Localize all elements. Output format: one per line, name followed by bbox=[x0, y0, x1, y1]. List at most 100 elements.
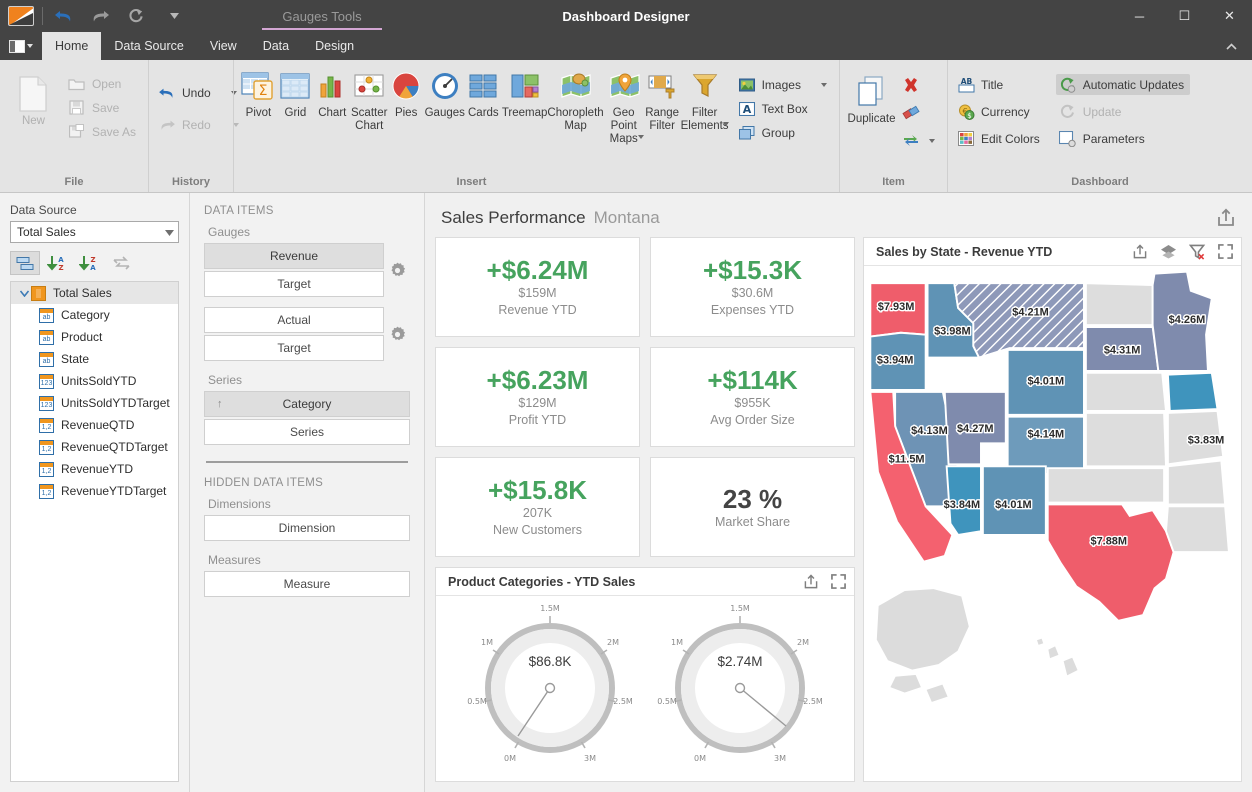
tree-field-unitssoldytd[interactable]: 123UnitsSoldYTD bbox=[11, 370, 178, 392]
tab-home[interactable]: Home bbox=[42, 32, 101, 60]
insert-text-box-button[interactable]: A Text Box bbox=[735, 98, 833, 119]
collapse-ribbon-button[interactable] bbox=[1222, 32, 1240, 60]
undo-icon[interactable] bbox=[53, 5, 75, 27]
insert-filter-elements-button[interactable]: Filter Elements bbox=[681, 64, 729, 126]
state-louisiana bbox=[1166, 506, 1229, 552]
edit-colors-button[interactable]: Edit Colors bbox=[954, 128, 1046, 149]
expand-icon[interactable] bbox=[1218, 244, 1233, 259]
insert-range-filter-button[interactable]: Range Filter bbox=[644, 64, 681, 133]
delete-item-button[interactable] bbox=[899, 74, 941, 95]
layers-icon[interactable] bbox=[1160, 244, 1177, 259]
insert-choropleth-map-button[interactable]: Choropleth Map bbox=[547, 64, 603, 133]
gauge-item-2[interactable]: 0M 0.5M 1M 1.5M 2M 2.5M 3M bbox=[650, 596, 830, 781]
card-expenses-ytd[interactable]: +$15.3K $30.6M Expenses YTD bbox=[650, 237, 855, 337]
insert-chart-button[interactable]: Chart bbox=[314, 64, 351, 120]
hidden-data-items-header: HIDDEN DATA ITEMS bbox=[204, 477, 410, 489]
redo-icon[interactable] bbox=[89, 5, 111, 27]
minimize-button[interactable]: ─ bbox=[1117, 0, 1162, 32]
insert-pivot-button[interactable]: Σ Pivot bbox=[240, 64, 277, 120]
customize-quick-access-icon[interactable] bbox=[167, 5, 181, 27]
insert-group-button[interactable]: Group bbox=[735, 122, 833, 143]
hidden-dimension-slot[interactable]: Dimension bbox=[204, 515, 410, 541]
show-field-list-icon[interactable] bbox=[10, 251, 40, 275]
save-button-label: Save bbox=[92, 101, 119, 115]
insert-gauges-button[interactable]: Gauges bbox=[425, 64, 465, 120]
sort-az-icon[interactable]: AZ bbox=[42, 251, 72, 275]
tree-field-revenueqtdtarget[interactable]: 1,2RevenueQTDTarget bbox=[11, 436, 178, 458]
save-button[interactable]: Save bbox=[65, 97, 142, 118]
application-menu-button[interactable] bbox=[0, 32, 42, 60]
card-new-customers[interactable]: +$15.8K 207K New Customers bbox=[435, 457, 640, 557]
svg-text:2.5M: 2.5M bbox=[803, 697, 823, 706]
chevron-down-icon bbox=[27, 44, 33, 48]
duplicate-button[interactable]: Duplicate bbox=[846, 70, 897, 126]
title-button[interactable]: AB Title bbox=[954, 74, 1046, 95]
new-button[interactable]: New bbox=[6, 72, 61, 128]
usa-choropleth-svg[interactable]: $7.93M $3.94M $3.98M $4.21M $4.01M $4.31… bbox=[864, 266, 1241, 781]
card-revenue-ytd[interactable]: +$6.24M $159M Revenue YTD bbox=[435, 237, 640, 337]
insert-treemap-button[interactable]: Treemap bbox=[502, 64, 548, 120]
data-source-combo[interactable]: Total Sales bbox=[10, 221, 179, 243]
tree-field-category[interactable]: abCategory bbox=[11, 304, 178, 326]
tab-data-source[interactable]: Data Source bbox=[101, 32, 196, 60]
integer-field-icon: 123 bbox=[39, 374, 54, 389]
tree-field-revenueytd[interactable]: 1,2RevenueYTD bbox=[11, 458, 178, 480]
convert-to-button[interactable] bbox=[899, 130, 941, 151]
refresh-icon[interactable] bbox=[125, 5, 147, 27]
tab-view[interactable]: View bbox=[197, 32, 250, 60]
maximize-button[interactable]: ☐ bbox=[1162, 0, 1207, 32]
choropleth-map[interactable]: $7.93M $3.94M $3.98M $4.21M $4.01M $4.31… bbox=[864, 266, 1241, 781]
sort-za-icon[interactable]: ZA bbox=[74, 251, 104, 275]
expand-toggle-icon[interactable] bbox=[17, 290, 31, 297]
insert-pies-button[interactable]: Pies bbox=[388, 64, 425, 120]
redo-menu-button[interactable]: Redo bbox=[155, 114, 245, 135]
data-item-actual[interactable]: Actual bbox=[204, 307, 384, 333]
export-icon[interactable] bbox=[803, 574, 819, 590]
data-item-series[interactable]: Series bbox=[204, 419, 410, 445]
insert-geo-point-maps-button[interactable]: Geo Point Maps bbox=[604, 64, 644, 139]
card-profit-ytd[interactable]: +$6.23M $129M Profit YTD bbox=[435, 347, 640, 447]
dashboard-export-icon[interactable] bbox=[1216, 208, 1236, 228]
card-avg-order-size[interactable]: +$114K $955K Avg Order Size bbox=[650, 347, 855, 447]
gauge-options-gear-icon-1[interactable] bbox=[384, 262, 410, 279]
hidden-measure-slot[interactable]: Measure bbox=[204, 571, 410, 597]
insert-images-button[interactable]: Images bbox=[735, 74, 833, 95]
treemap-icon bbox=[510, 68, 540, 104]
clear-filter-icon[interactable] bbox=[1189, 244, 1206, 260]
tree-field-unitssoldytdtarget[interactable]: 123UnitsSoldYTDTarget bbox=[11, 392, 178, 414]
update-button[interactable]: Update bbox=[1056, 101, 1190, 122]
export-icon[interactable] bbox=[1132, 244, 1148, 260]
close-button[interactable]: ✕ bbox=[1207, 0, 1252, 32]
tab-data[interactable]: Data bbox=[250, 32, 302, 60]
automatic-updates-button[interactable]: Automatic Updates bbox=[1056, 74, 1190, 95]
insert-scatter-chart-button[interactable]: Scatter Chart bbox=[351, 64, 388, 133]
pivot-icon: Σ bbox=[241, 68, 275, 104]
save-as-button[interactable]: Save As bbox=[65, 121, 142, 142]
data-item-target-1[interactable]: Target bbox=[204, 271, 384, 297]
sort-by-order-icon[interactable] bbox=[106, 251, 136, 275]
data-item-target-2[interactable]: Target bbox=[204, 335, 384, 361]
card-market-share[interactable]: 23 % Market Share bbox=[650, 457, 855, 557]
data-source-field-tree: Total Sales abCategory abProduct abState… bbox=[10, 281, 179, 782]
tree-field-product[interactable]: abProduct bbox=[11, 326, 178, 348]
tab-design[interactable]: Design bbox=[302, 32, 367, 60]
currency-button[interactable]: €$ Currency bbox=[954, 101, 1046, 122]
insert-cards-button[interactable]: Cards bbox=[465, 64, 502, 120]
insert-grid-button[interactable]: Grid bbox=[277, 64, 314, 120]
undo-menu-button[interactable]: Undo bbox=[155, 82, 245, 103]
tree-root-total-sales[interactable]: Total Sales bbox=[11, 282, 178, 304]
tree-field-revenueqtd[interactable]: 1,2RevenueQTD bbox=[11, 414, 178, 436]
open-button[interactable]: Open bbox=[65, 73, 142, 94]
tree-field-revenueytdtarget[interactable]: 1,2RevenueYTDTarget bbox=[11, 480, 178, 502]
parameters-button[interactable]: Parameters bbox=[1056, 128, 1190, 149]
expand-icon[interactable] bbox=[831, 574, 846, 589]
tree-field-state[interactable]: abState bbox=[11, 348, 178, 370]
clear-item-button[interactable] bbox=[899, 102, 941, 123]
redo-icon bbox=[158, 116, 176, 133]
data-item-category[interactable]: ↑ Category bbox=[204, 391, 410, 417]
gauge-item-1[interactable]: 0M 0.5M 1M 1.5M 2M 2.5M 3M bbox=[460, 596, 640, 781]
tree-field-label: RevenueQTD bbox=[61, 418, 134, 432]
gauge-options-gear-icon-2[interactable] bbox=[384, 326, 410, 343]
dashboard-body: +$6.24M $159M Revenue YTD +$15.3K $30.6M… bbox=[435, 233, 1242, 782]
data-item-revenue[interactable]: Revenue bbox=[204, 243, 384, 269]
